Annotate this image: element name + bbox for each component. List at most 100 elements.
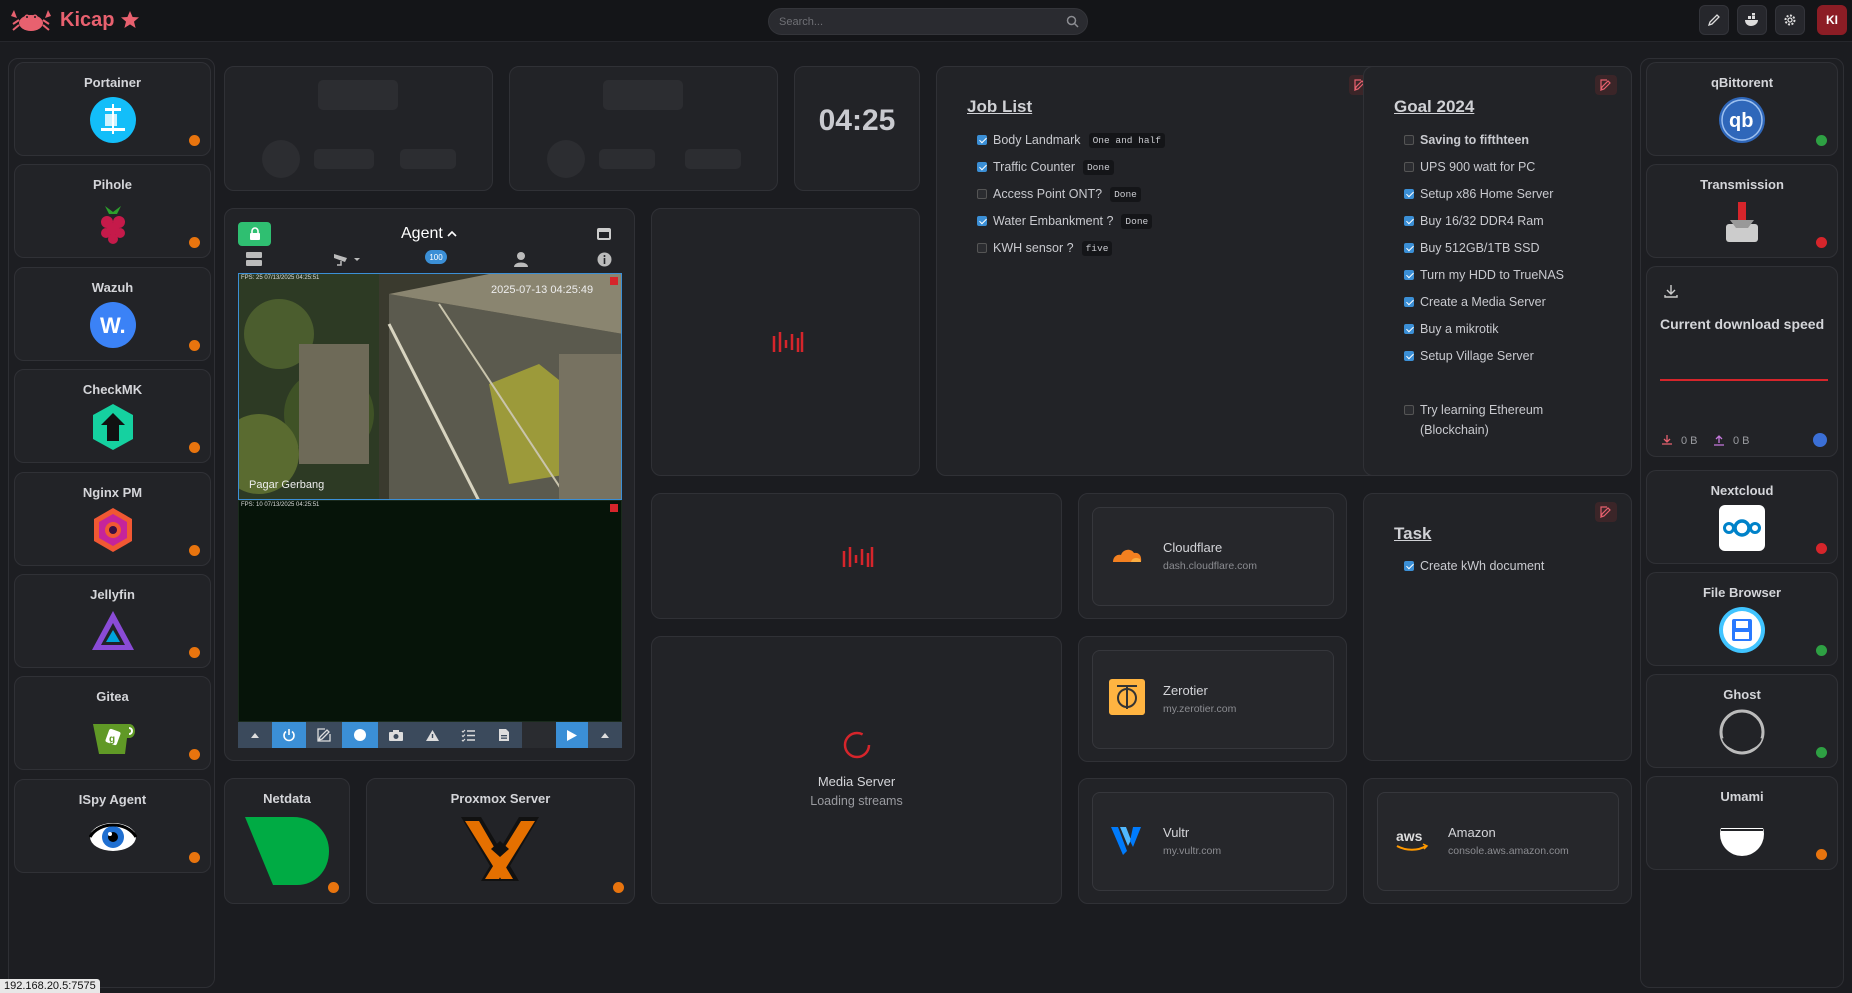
checklist-item: Traffic Counter Done [977,160,1114,175]
checkbox[interactable] [1404,216,1414,226]
checkbox[interactable] [1404,270,1414,280]
netdata-icon [245,817,329,885]
app-tile-proxmox[interactable]: Proxmox Server [366,778,635,904]
checkbox[interactable] [977,189,987,199]
file-icon [499,729,509,741]
checkbox[interactable] [977,216,987,226]
checkbox[interactable] [1404,351,1414,361]
checkbox[interactable] [1404,162,1414,172]
info-icon[interactable] [597,252,612,267]
agent-menu[interactable]: Agent [401,225,457,243]
docker-button[interactable] [1737,5,1767,35]
app-tile-nextcloud[interactable]: Nextcloud [1646,470,1838,564]
snapshot-button[interactable] [378,729,414,742]
app-tile-portainer[interactable]: Portainer [14,62,211,156]
app-tile-file-browser[interactable]: File Browser [1646,572,1838,666]
checkbox[interactable] [1404,135,1414,145]
item-tag: One and half [1088,133,1165,148]
raspberry-icon [100,206,125,245]
checkbox[interactable] [977,162,987,172]
ghost-icon [1719,709,1765,755]
camera-dropdown-icon[interactable] [333,251,361,267]
alert-button[interactable] [414,729,450,742]
item-text: Setup x86 Home Server [1420,187,1554,201]
app-tile-ghost[interactable]: Ghost [1646,674,1838,768]
cloudflare-widget: Cloudflare dash.cloudflare.com [1078,493,1347,619]
checkbox[interactable] [1404,243,1414,253]
settings-button[interactable] [1775,5,1805,35]
checkbox[interactable] [1404,561,1414,571]
camera-feed-1[interactable]: FPS: 25 07/13/2025 04:25:51 2025-07-13 0… [238,273,622,500]
checkbox[interactable] [1404,405,1414,415]
app-tile-pihole[interactable]: Pihole [14,164,211,259]
jellyfin-icon [91,611,134,650]
brand-name: Kicap [60,8,115,31]
recording-indicator [610,504,618,512]
item-text: Access Point ONT? [993,187,1103,201]
checkbox[interactable] [977,243,987,253]
record-button[interactable] [342,722,378,748]
app-tile-nginx-pm[interactable]: Nginx PM [14,471,211,566]
status-dot [189,851,200,863]
camera-toolbar [238,722,622,748]
window-icon[interactable] [596,227,612,241]
app-tile-transmission[interactable]: Transmission [1646,164,1838,258]
collapse-left-button[interactable] [238,732,272,738]
user-avatar[interactable]: KI [1817,5,1847,35]
checkbox[interactable] [1404,297,1414,307]
search-input[interactable] [779,13,1059,31]
checkmk-icon [92,404,133,451]
docker-icon [1745,13,1758,26]
search-icon[interactable] [1066,15,1079,28]
app-tile-netdata[interactable]: Netdata [224,778,350,904]
app-name: Wazuh [91,279,134,295]
checklist-item: Access Point ONT? Done [977,187,1141,202]
bookmark-vultr[interactable]: Vultr my.vultr.com [1092,792,1334,891]
goal-title: Goal 2024 [1394,97,1475,116]
app-tile-jellyfin[interactable]: Jellyfin [14,574,211,668]
checklist-item: Buy 16/32 DDR4 Ram [1404,214,1544,228]
checklist-button[interactable] [450,729,486,742]
vultr-icon [1111,827,1141,855]
app-tile-wazuh[interactable]: Wazuh W. [14,266,211,361]
app-tile-checkmk[interactable]: CheckMK [14,369,211,464]
item-text: Body Landmark [993,133,1081,147]
app-tile-umami[interactable]: Umami [1646,776,1838,870]
bookmark-amazon[interactable]: aws Amazon console.aws.amazon.com [1377,792,1619,891]
media-server-subtitle: Loading streams [810,794,903,808]
status-dot [1816,747,1827,758]
checkbox[interactable] [977,135,987,145]
camera-feed-2[interactable]: FPS: 10 07/13/2025 04:25:51 [238,500,622,722]
checkbox[interactable] [1404,189,1414,199]
warning-icon [425,729,439,741]
status-dot [189,135,200,146]
checkbox[interactable] [1404,324,1414,334]
app-tile-qbittorent[interactable]: qBittorent qb [1646,62,1838,156]
user-icon[interactable] [513,251,529,267]
bookmark-zerotier[interactable]: Zerotier my.zerotier.com [1092,650,1334,749]
app-tile-gitea[interactable]: Gitea g [14,676,211,771]
power-button[interactable] [272,722,306,748]
file-button[interactable] [486,728,522,742]
loading-bars-icon [772,332,804,352]
edit-camera-button[interactable] [306,728,342,742]
app-name: File Browser [1702,585,1782,600]
svg-text:g: g [109,734,115,745]
item-text: Buy 512GB/1TB SSD [1420,241,1540,255]
lock-button[interactable] [238,222,271,246]
edit-goal-button[interactable] [1595,75,1617,95]
app-name: Nextcloud [1710,483,1774,498]
notification-badge[interactable]: 100 [425,250,447,264]
server-icon[interactable] [245,251,263,267]
edit-mode-button[interactable] [1699,5,1729,35]
play-button[interactable] [556,722,588,748]
brand-logo[interactable]: Kicap [8,6,140,34]
edit-task-button[interactable] [1595,502,1617,522]
bookmark-cloudflare[interactable]: Cloudflare dash.cloudflare.com [1092,507,1334,606]
collapse-right-button[interactable] [588,732,622,738]
cloudflare-icon [1113,549,1142,562]
app-tile-ispy-agent[interactable]: ISpy Agent [14,778,211,873]
status-dot [189,544,200,556]
app-name: Proxmox Server [450,791,551,806]
status-dot [189,647,200,658]
